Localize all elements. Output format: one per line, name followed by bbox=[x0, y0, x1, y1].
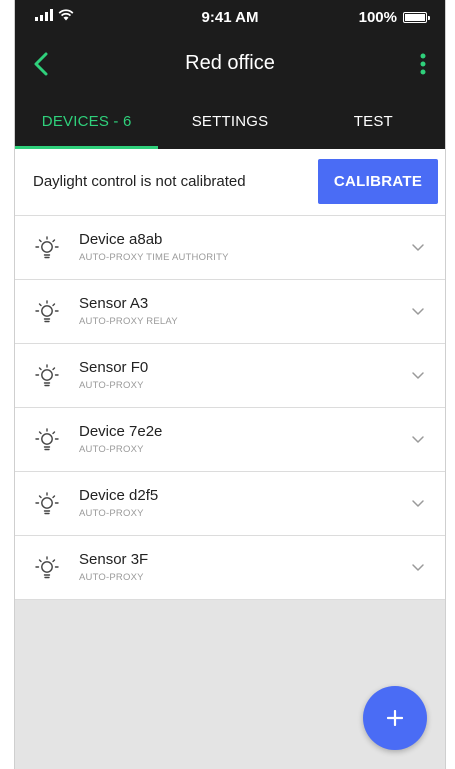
calibration-message: Daylight control is not calibrated bbox=[33, 173, 246, 190]
calibration-banner: Daylight control is not calibrated CALIB… bbox=[15, 149, 445, 216]
header: 9:41 AM 100% Red office DEVICES - 6 SETT… bbox=[15, 0, 445, 149]
battery-icon bbox=[403, 12, 430, 23]
device-tags: AUTO-PROXY bbox=[79, 380, 144, 391]
device-tags: AUTO-PROXY bbox=[79, 444, 144, 455]
calibrate-button[interactable]: CALIBRATE bbox=[318, 159, 438, 204]
light-bulb-icon bbox=[35, 428, 59, 451]
device-row[interactable]: Sensor F0 AUTO-PROXY bbox=[15, 344, 445, 408]
device-name: Device a8ab bbox=[79, 231, 163, 248]
more-vertical-icon bbox=[420, 53, 426, 75]
device-row[interactable]: Device a8ab AUTO-PROXY TIME AUTHORITY bbox=[15, 216, 445, 280]
light-bulb-icon bbox=[35, 492, 59, 515]
page-title: Red office bbox=[185, 52, 275, 74]
chevron-down-icon[interactable] bbox=[411, 368, 425, 382]
chevron-down-icon[interactable] bbox=[411, 496, 425, 510]
phone-screen: 9:41 AM 100% Red office DEVICES - 6 SETT… bbox=[14, 0, 446, 769]
tab-bar: DEVICES - 6 SETTINGS TEST bbox=[15, 94, 445, 149]
light-bulb-icon bbox=[35, 556, 59, 579]
device-tags: AUTO-PROXY bbox=[79, 508, 144, 519]
device-list: Device a8ab AUTO-PROXY TIME AUTHORITY Sens… bbox=[15, 216, 445, 600]
light-bulb-icon bbox=[35, 300, 59, 323]
device-row[interactable]: Sensor A3 AUTO-PROXY RELAY bbox=[15, 280, 445, 344]
device-name: Sensor A3 bbox=[79, 295, 149, 312]
device-tags: AUTO-PROXY RELAY bbox=[79, 316, 178, 327]
battery-status: 100% bbox=[358, 9, 430, 26]
app-bar: Red office bbox=[15, 34, 445, 94]
light-bulb-icon bbox=[35, 364, 59, 387]
chevron-down-icon[interactable] bbox=[411, 304, 425, 318]
device-name: Sensor F0 bbox=[79, 359, 149, 376]
device-row[interactable]: Device 7e2e AUTO-PROXY bbox=[15, 408, 445, 472]
plus-icon bbox=[387, 710, 403, 726]
light-bulb-icon bbox=[35, 236, 59, 259]
device-tags: AUTO-PROXY TIME AUTHORITY bbox=[79, 252, 229, 263]
chevron-down-icon[interactable] bbox=[411, 560, 425, 574]
battery-percent: 100% bbox=[358, 9, 397, 26]
add-device-button[interactable] bbox=[363, 686, 427, 750]
device-name: Sensor 3F bbox=[79, 551, 149, 568]
device-tags: AUTO-PROXY bbox=[79, 572, 144, 583]
chevron-down-icon[interactable] bbox=[411, 432, 425, 446]
device-name: Device 7e2e bbox=[79, 423, 163, 440]
more-options-button[interactable] bbox=[411, 48, 435, 80]
device-row[interactable]: Device d2f5 AUTO-PROXY bbox=[15, 472, 445, 536]
chevron-down-icon[interactable] bbox=[411, 240, 425, 254]
status-bar: 9:41 AM 100% bbox=[15, 0, 445, 34]
tab-devices[interactable]: DEVICES - 6 bbox=[15, 94, 159, 149]
tab-test[interactable]: TEST bbox=[302, 94, 445, 149]
device-row[interactable]: Sensor 3F AUTO-PROXY bbox=[15, 536, 445, 600]
device-name: Device d2f5 bbox=[79, 487, 159, 504]
tab-settings[interactable]: SETTINGS bbox=[158, 94, 301, 149]
